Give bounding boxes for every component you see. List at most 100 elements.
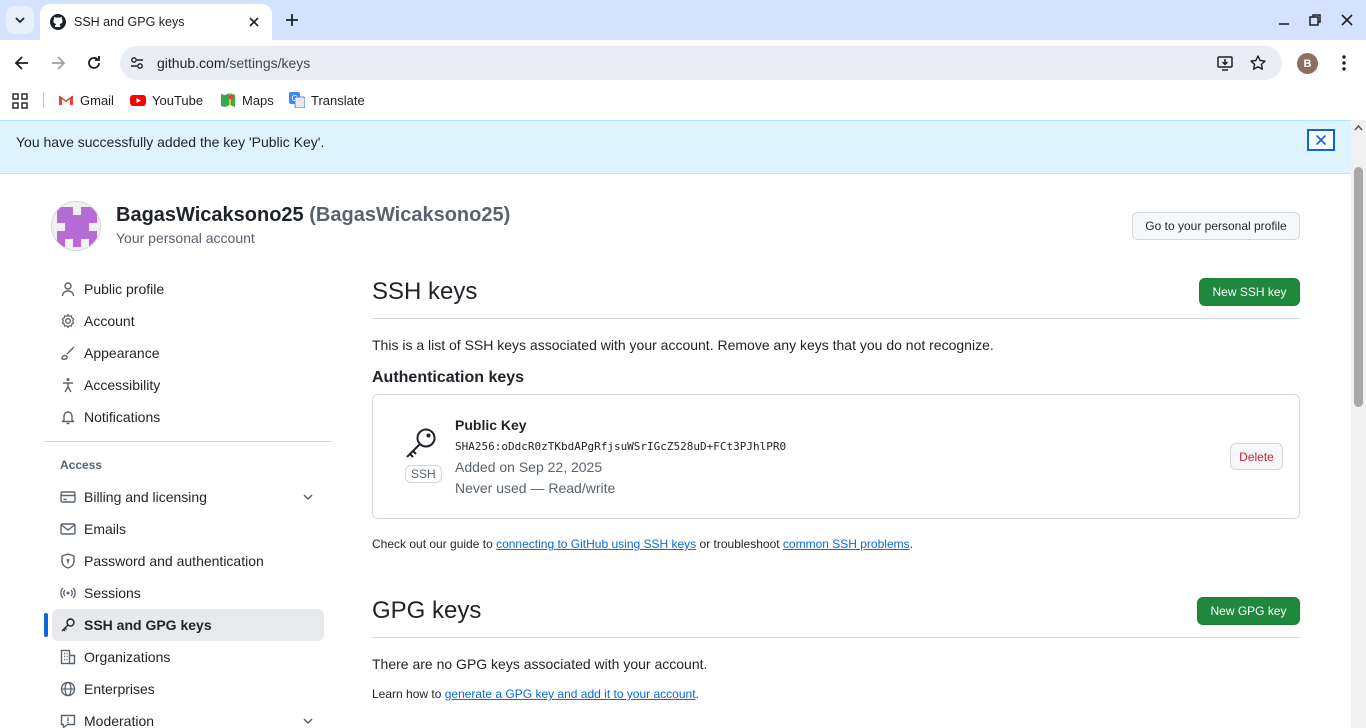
sidebar-item-label: SSH and GPG keys — [84, 617, 212, 633]
sidebar-divider — [44, 441, 332, 442]
generate-gpg-key-link[interactable]: generate a GPG key and add it to your ac… — [445, 687, 696, 701]
gear-icon — [61, 313, 75, 329]
delete-key-button[interactable]: Delete — [1230, 443, 1283, 470]
credit-card-icon — [60, 491, 76, 503]
sidebar-item-billing[interactable]: Billing and licensing — [52, 481, 324, 513]
active-item-indicator — [44, 613, 48, 637]
bookmark-label: YouTube — [152, 92, 204, 108]
close-tab-icon[interactable] — [246, 14, 262, 30]
identicon-image — [52, 202, 100, 250]
sidebar-item-sessions[interactable]: Sessions — [52, 577, 324, 609]
guide-prefix: Check out our guide to — [372, 537, 497, 551]
guide-suffix: . — [909, 537, 913, 551]
globe-icon — [60, 681, 76, 697]
section-divider — [372, 637, 1300, 638]
chevron-down-icon[interactable] — [300, 489, 316, 505]
site-info-icon[interactable] — [128, 54, 146, 72]
common-ssh-problems-link[interactable]: common SSH problems — [783, 537, 910, 551]
forward-arrow-icon[interactable] — [48, 53, 68, 73]
scrollbar-thumb[interactable] — [1354, 167, 1363, 407]
account-name[interactable]: BagasWicaksono25 (BagasWicaksono25) — [116, 204, 510, 227]
sidebar-item-label: Billing and licensing — [84, 489, 207, 505]
bookmarks-separator — [43, 92, 44, 108]
person-icon — [61, 282, 75, 297]
chevron-down-icon[interactable] — [300, 713, 316, 728]
youtube-icon — [130, 95, 146, 106]
ssh-key-title: Public Key — [455, 417, 527, 433]
sidebar-item-label: Sessions — [84, 585, 141, 601]
bookmark-label: Maps — [242, 92, 274, 108]
close-window-icon[interactable] — [1339, 12, 1355, 28]
flash-message: You have successfully added the key 'Pub… — [16, 134, 325, 150]
sidebar-item-label: Notifications — [84, 409, 161, 425]
apps-grid-icon[interactable] — [12, 93, 28, 109]
more-menu-icon[interactable] — [1335, 53, 1353, 73]
ssh-key-type-badge: SSH — [405, 465, 442, 483]
bookmark-label: Translate — [311, 92, 365, 108]
ssh-key-usage: Never used — Read/write — [455, 480, 616, 496]
bookmark-maps[interactable]: Maps — [220, 91, 274, 109]
scroll-up-arrow-icon[interactable] — [1354, 124, 1363, 132]
sidebar-item-ssh-gpg-keys[interactable]: SSH and GPG keys — [52, 609, 324, 641]
sidebar-item-label: Enterprises — [84, 681, 155, 697]
flash-dismiss-button[interactable] — [1307, 129, 1335, 151]
sidebar-item-emails[interactable]: Emails — [52, 513, 324, 545]
sidebar-item-label: Organizations — [84, 649, 171, 665]
bookmark-label: Gmail — [80, 92, 114, 108]
key-icon — [61, 618, 75, 632]
tab-title: SSH and GPG keys — [74, 15, 185, 29]
new-tab-icon[interactable] — [282, 10, 302, 30]
sidebar-item-accessibility[interactable]: Accessibility — [52, 369, 324, 401]
ssh-key-fingerprint: SHA256:oDdcR0zTKbdAPgRfjsuWSrIGcZ528uD+F… — [455, 440, 787, 453]
reload-icon[interactable] — [84, 53, 104, 73]
gmail-icon — [58, 95, 74, 105]
mail-icon — [60, 523, 76, 535]
gpg-keys-title: GPG keys — [372, 597, 482, 624]
sidebar-item-notifications[interactable]: Notifications — [52, 401, 324, 433]
install-app-icon[interactable] — [1216, 54, 1234, 72]
sidebar-item-account[interactable]: Account — [52, 305, 324, 337]
browser-tab-active[interactable]: SSH and GPG keys — [40, 4, 272, 40]
shield-lock-icon — [61, 553, 75, 569]
close-icon — [1315, 134, 1327, 146]
url-path: /settings/keys — [225, 55, 311, 71]
sidebar-item-label: Public profile — [84, 281, 165, 297]
sidebar-item-label: Emails — [84, 521, 127, 537]
account-subtitle: Your personal account — [116, 230, 255, 246]
restore-icon[interactable] — [1307, 12, 1323, 28]
connecting-ssh-link[interactable]: connecting to GitHub using SSH keys — [496, 537, 696, 551]
sidebar-item-appearance[interactable]: Appearance — [52, 337, 324, 369]
sidebar-heading-access: Access — [60, 458, 103, 472]
sidebar-item-public-profile[interactable]: Public profile — [52, 273, 324, 305]
ssh-key-added-date: Added on Sep 22, 2025 — [455, 459, 603, 475]
url-host: github.com — [157, 55, 226, 71]
new-ssh-key-button[interactable]: New SSH key — [1199, 278, 1300, 306]
account-display-name: BagasWicaksono25 — [116, 204, 304, 226]
account-avatar[interactable] — [51, 201, 101, 251]
sidebar-item-organizations[interactable]: Organizations — [52, 641, 324, 673]
sidebar-item-password[interactable]: Password and authentication — [52, 545, 324, 577]
bookmark-translate[interactable]: G Translate — [289, 91, 365, 109]
sidebar-item-label: Appearance — [84, 345, 160, 361]
key-icon — [406, 428, 436, 458]
url-text[interactable]: github.com/settings/keys — [157, 54, 310, 72]
bookmark-youtube[interactable]: YouTube — [130, 91, 203, 109]
sidebar-item-enterprises[interactable]: Enterprises — [52, 673, 324, 705]
new-gpg-key-button[interactable]: New GPG key — [1197, 597, 1300, 625]
back-arrow-icon[interactable] — [12, 53, 32, 73]
translate-icon: G — [289, 92, 305, 108]
gpg-empty-text: There are no GPG keys associated with yo… — [372, 656, 708, 672]
go-to-profile-button[interactable]: Go to your personal profile — [1132, 212, 1300, 240]
github-icon — [50, 14, 66, 30]
bookmark-star-icon[interactable] — [1249, 54, 1267, 72]
sidebar-item-moderation[interactable]: Moderation — [52, 705, 324, 728]
profile-avatar[interactable]: B — [1297, 53, 1318, 74]
section-divider — [372, 318, 1300, 319]
svg-text:G: G — [292, 94, 298, 103]
tab-search-button[interactable] — [6, 6, 34, 34]
sidebar-item-label: Accessibility — [84, 377, 161, 393]
chevron-down-icon — [15, 17, 25, 24]
bookmarks-bar — [0, 86, 1366, 120]
bookmark-gmail[interactable]: Gmail — [58, 91, 114, 109]
minimize-icon[interactable] — [1276, 12, 1292, 28]
